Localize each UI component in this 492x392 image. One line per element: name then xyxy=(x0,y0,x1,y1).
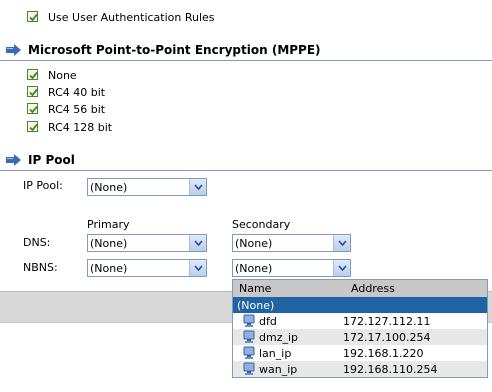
mppe-rc4-128-label: RC4 128 bit xyxy=(48,121,113,134)
secondary-column-header: Secondary xyxy=(232,218,291,231)
dropdown-option[interactable]: wan_ip 192.168.110.254 xyxy=(233,361,487,377)
mppe-rc4-56-label: RC4 56 bit xyxy=(48,103,106,116)
ip-pool-label: IP Pool: xyxy=(23,179,63,192)
option-address: 172.17.100.254 xyxy=(343,331,431,344)
checkmark-icon xyxy=(29,71,38,80)
ip-pool-select[interactable]: (None) xyxy=(87,178,207,196)
network-object-icon xyxy=(242,346,256,360)
dropdown-header: Name Address xyxy=(233,280,487,297)
dropdown-option[interactable]: lan_ip 192.168.1.220 xyxy=(233,345,487,361)
option-name: lan_ip xyxy=(259,347,292,360)
dns-secondary-value: (None) xyxy=(235,237,273,250)
dns-label: DNS: xyxy=(23,236,51,249)
mppe-none-label: None xyxy=(48,69,77,82)
use-auth-rules-label: Use User Authentication Rules xyxy=(48,11,215,24)
option-address: 192.168.1.220 xyxy=(343,347,424,360)
chevron-down-icon[interactable] xyxy=(189,179,206,195)
dropdown-option[interactable]: dfd 172.127.112.11 xyxy=(233,313,487,329)
chevron-down-icon[interactable] xyxy=(333,235,350,251)
dns-secondary-select[interactable]: (None) xyxy=(232,234,351,252)
nbns-secondary-dropdown-list[interactable]: Name Address (None) dfd 172.127.112.11 d… xyxy=(232,279,488,378)
column-header-name: Name xyxy=(239,282,272,295)
network-object-icon xyxy=(242,314,256,328)
option-name: dfd xyxy=(259,315,277,328)
mppe-none-checkbox[interactable] xyxy=(27,69,38,80)
chevron-down-icon[interactable] xyxy=(333,260,350,276)
dropdown-option[interactable]: dmz_ip 172.17.100.254 xyxy=(233,329,487,345)
ip-pool-value: (None) xyxy=(90,181,128,194)
primary-column-header: Primary xyxy=(87,218,130,231)
option-name: (None) xyxy=(237,299,275,312)
section-arrow-icon xyxy=(6,43,22,57)
checkmark-icon xyxy=(29,105,38,114)
dropdown-option-none[interactable]: (None) xyxy=(233,297,487,313)
mppe-divider xyxy=(0,60,492,61)
mppe-rc4-128-checkbox[interactable] xyxy=(27,121,38,132)
mppe-rc4-56-checkbox[interactable] xyxy=(27,103,38,114)
column-header-address: Address xyxy=(351,282,395,295)
option-address: 192.168.110.254 xyxy=(343,363,438,376)
checkmark-icon xyxy=(29,13,38,22)
dns-primary-select[interactable]: (None) xyxy=(87,234,207,252)
network-object-icon xyxy=(242,362,256,376)
ippool-divider xyxy=(0,170,492,171)
nbns-secondary-value: (None) xyxy=(235,262,273,275)
mppe-section-title: Microsoft Point-to-Point Encryption (MPP… xyxy=(28,43,321,57)
network-object-icon xyxy=(242,330,256,344)
nbns-label: NBNS: xyxy=(23,261,58,274)
nbns-secondary-select[interactable]: (None) xyxy=(232,259,351,277)
option-name: wan_ip xyxy=(259,363,298,376)
nbns-primary-select[interactable]: (None) xyxy=(87,259,207,277)
mppe-rc4-40-label: RC4 40 bit xyxy=(48,86,106,99)
checkmark-icon xyxy=(29,88,38,97)
nbns-primary-value: (None) xyxy=(90,262,128,275)
option-address: 172.127.112.11 xyxy=(343,315,431,328)
chevron-down-icon[interactable] xyxy=(189,260,206,276)
chevron-down-icon[interactable] xyxy=(189,235,206,251)
section-arrow-icon xyxy=(6,153,22,167)
dns-primary-value: (None) xyxy=(90,237,128,250)
checkmark-icon xyxy=(29,123,38,132)
use-auth-rules-checkbox[interactable] xyxy=(27,11,38,22)
option-name: dmz_ip xyxy=(259,331,299,344)
mppe-rc4-40-checkbox[interactable] xyxy=(27,86,38,97)
ippool-section-title: IP Pool xyxy=(28,153,75,167)
